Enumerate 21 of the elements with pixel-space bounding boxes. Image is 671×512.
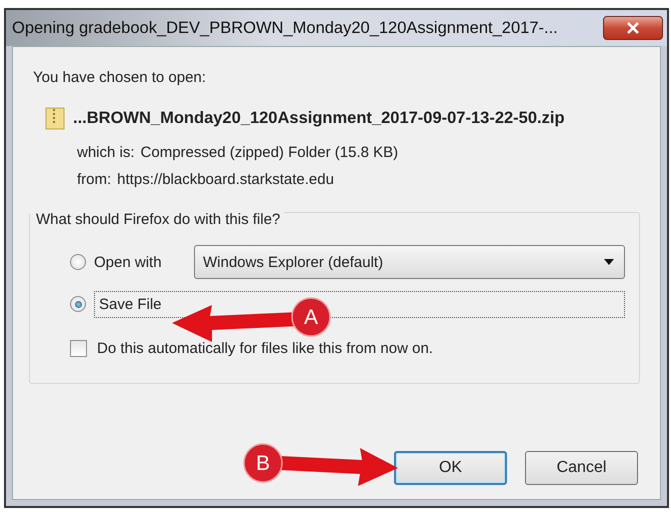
app-dropdown[interactable]: Windows Explorer (default) bbox=[194, 245, 625, 279]
zip-folder-icon bbox=[45, 106, 65, 130]
close-button[interactable] bbox=[603, 16, 663, 40]
dialog-button[interactable]: Cancel bbox=[525, 451, 638, 485]
close-icon bbox=[626, 22, 640, 34]
detail-value: https://blackboard.starkstate.edu bbox=[117, 171, 334, 188]
radio-button[interactable] bbox=[70, 296, 86, 312]
intro-text: You have chosen to open: bbox=[33, 69, 207, 86]
callout-badge: A bbox=[291, 297, 331, 337]
callout-badge: B bbox=[243, 443, 283, 483]
dialog-button[interactable]: OK bbox=[394, 451, 507, 485]
radio-button[interactable] bbox=[70, 254, 86, 270]
radio-label[interactable]: Open with bbox=[94, 254, 186, 270]
file-name: ...BROWN_Monday20_120Assignment_2017-09-07-13-22-50.zip bbox=[73, 108, 565, 128]
detail-label: from: bbox=[77, 171, 112, 188]
detail-label: which is: bbox=[77, 144, 135, 161]
window-title: Opening gradebook_DEV_PBROWN_Monday20_120Assignment_2017-... bbox=[12, 18, 558, 38]
checkbox[interactable] bbox=[70, 340, 87, 357]
dropdown-caret-icon bbox=[604, 259, 614, 265]
checkbox-label[interactable]: Do this automatically for files like this from now on. bbox=[97, 340, 433, 357]
detail-value: Compressed (zipped) Folder (15.8 KB) bbox=[140, 144, 398, 161]
